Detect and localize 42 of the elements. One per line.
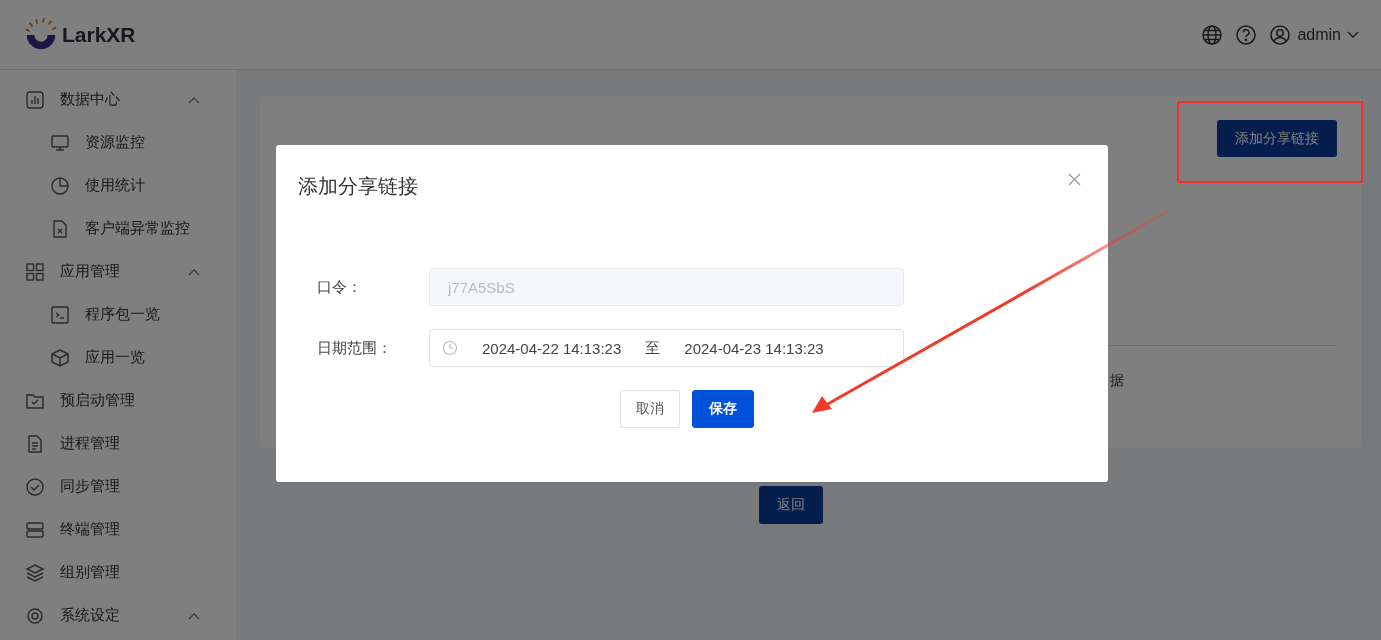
chevron-down-icon bbox=[1347, 30, 1359, 39]
nav-item[interactable]: 终端管理 bbox=[0, 508, 236, 551]
menu-icon bbox=[25, 562, 45, 583]
menu-icon bbox=[50, 132, 70, 153]
menu-icon bbox=[25, 261, 45, 282]
menu-icon bbox=[25, 89, 45, 110]
nav-item[interactable]: 进程管理 bbox=[0, 422, 236, 465]
nav-subitem[interactable]: 使用统计 bbox=[0, 164, 236, 207]
globe-icon[interactable] bbox=[1201, 23, 1224, 46]
clock-icon bbox=[442, 340, 458, 356]
menu-icon bbox=[25, 433, 45, 454]
nav-item[interactable]: 同步管理 bbox=[0, 465, 236, 508]
menu-icon bbox=[25, 605, 45, 626]
field-label: 口令： bbox=[316, 277, 363, 297]
nav-item[interactable]: 系统设定 bbox=[0, 594, 236, 637]
nav-item[interactable]: 预启动管理 bbox=[0, 379, 236, 422]
nav-item[interactable]: 数据中心 bbox=[0, 78, 236, 121]
date-range-field[interactable]: 2024-04-22 14:13:23 至 2024-04-23 14:13:23 bbox=[429, 329, 904, 367]
nav-subitem[interactable]: 客户端异常监控 bbox=[0, 207, 236, 250]
menu-icon bbox=[50, 347, 70, 368]
close-icon[interactable] bbox=[1068, 173, 1081, 186]
logo-text: LarkXR bbox=[62, 22, 136, 47]
cancel-button[interactable]: 取消 bbox=[620, 390, 680, 428]
menu-icon bbox=[25, 519, 45, 540]
menu-icon bbox=[50, 304, 70, 325]
save-button[interactable]: 保存 bbox=[692, 390, 754, 428]
nav-item[interactable]: 应用管理 bbox=[0, 250, 236, 293]
nav-subitem[interactable]: 资源监控 bbox=[0, 121, 236, 164]
nav-item[interactable]: 组别管理 bbox=[0, 551, 236, 594]
menu-icon bbox=[50, 218, 70, 239]
menu-icon bbox=[25, 476, 45, 497]
user-menu[interactable]: admin bbox=[1297, 25, 1341, 44]
add-share-link-button[interactable]: 添加分享链接 bbox=[1217, 120, 1337, 157]
user-icon[interactable] bbox=[1269, 23, 1292, 46]
dialog-title: 添加分享链接 bbox=[298, 174, 418, 199]
field-label: 日期范围： bbox=[316, 338, 393, 358]
table-text: 据 bbox=[1110, 372, 1124, 390]
back-button[interactable]: 返回 bbox=[758, 486, 823, 524]
nav-subitem[interactable]: 应用一览 bbox=[0, 336, 236, 379]
nav-subitem[interactable]: 程序包一览 bbox=[0, 293, 236, 336]
menu-icon bbox=[50, 175, 70, 196]
help-icon[interactable] bbox=[1235, 23, 1258, 46]
